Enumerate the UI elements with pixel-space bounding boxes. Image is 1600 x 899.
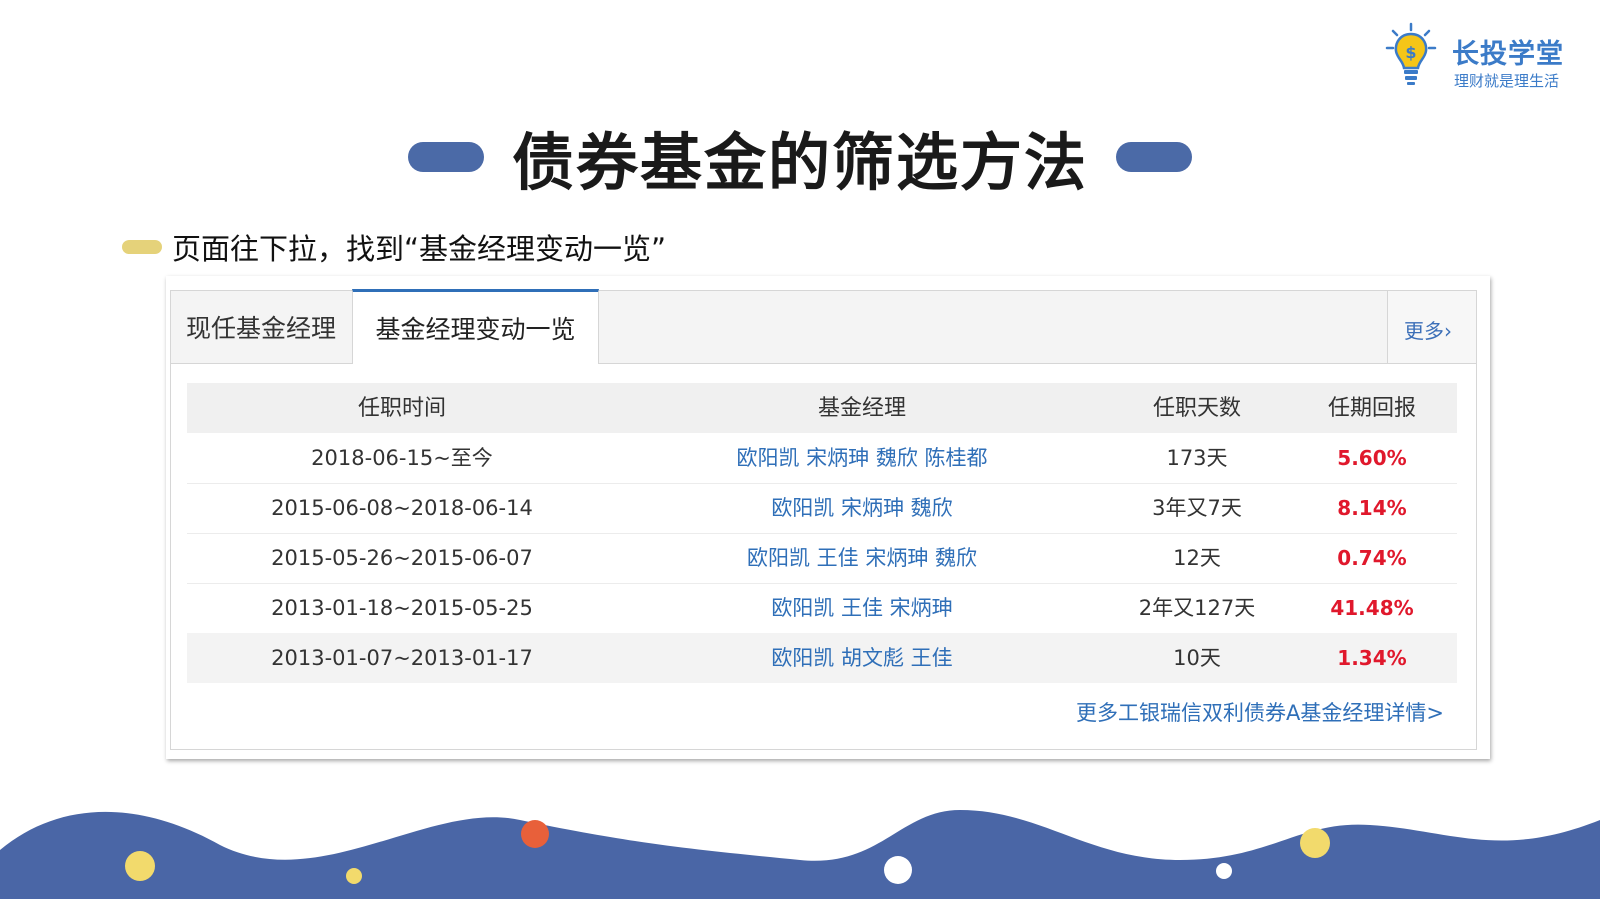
bottom-wave-decoration <box>0 810 1600 899</box>
decor-dot <box>1216 863 1232 879</box>
decor-dot <box>125 851 155 881</box>
decor-dot <box>1300 828 1330 858</box>
decor-dot <box>884 856 912 884</box>
decor-dot <box>521 820 549 848</box>
decor-dot <box>346 868 362 884</box>
